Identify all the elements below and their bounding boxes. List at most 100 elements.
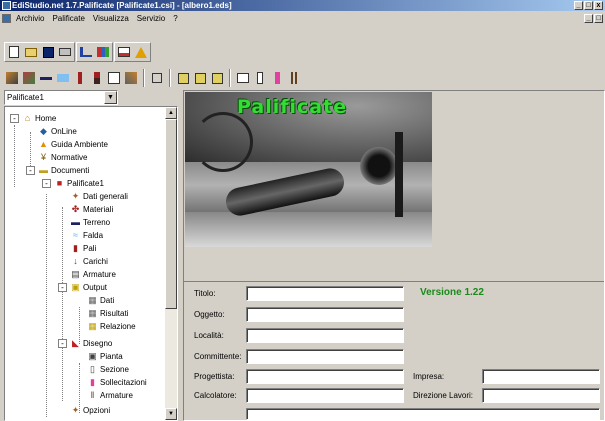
tree-item-output[interactable]: ▣ Output bbox=[70, 281, 107, 294]
tree-item-home[interactable]: ⌂ Home bbox=[22, 112, 57, 125]
grid-icon[interactable] bbox=[175, 70, 191, 86]
tree-item-normative[interactable]: ¥ Normative bbox=[38, 151, 87, 164]
localita-field[interactable] bbox=[246, 328, 404, 343]
tree-item-carichi[interactable]: ↓ Carichi bbox=[70, 255, 108, 268]
view-icon[interactable] bbox=[235, 70, 251, 86]
terrain-icon[interactable] bbox=[38, 70, 54, 86]
chevron-down-icon[interactable]: ▼ bbox=[104, 91, 117, 104]
committente-field[interactable] bbox=[246, 349, 404, 364]
section-icon[interactable] bbox=[252, 70, 268, 86]
document-icon[interactable] bbox=[2, 14, 11, 23]
stress-icon: ▮ bbox=[90, 377, 95, 387]
mdi-minimize-button[interactable]: _ bbox=[584, 14, 593, 23]
toolbar-separator bbox=[169, 69, 171, 87]
project-combo[interactable]: Palificate1 ▼ bbox=[4, 90, 118, 105]
tree-line bbox=[46, 194, 47, 417]
tree-item-armature-disegno[interactable]: ‖ Armature bbox=[87, 389, 133, 402]
tree-item-falda[interactable]: ≈ Falda bbox=[70, 229, 103, 242]
tools-icon[interactable] bbox=[123, 70, 139, 86]
menu-archivio[interactable]: Archivio bbox=[12, 12, 48, 25]
terrain-icon: ▬ bbox=[71, 217, 80, 227]
tree-item-relazione[interactable]: ▦ Relazione bbox=[87, 320, 135, 333]
main-toolbar bbox=[0, 40, 151, 64]
tree-item-documenti[interactable]: ▬ Documenti bbox=[38, 164, 89, 177]
scroll-up-icon[interactable]: ▲ bbox=[165, 107, 177, 119]
stop-icon[interactable] bbox=[149, 70, 165, 86]
grid-icon[interactable] bbox=[209, 70, 225, 86]
rebar-icon[interactable] bbox=[286, 70, 302, 86]
tree-icon[interactable] bbox=[78, 44, 94, 60]
menu-help[interactable]: ? bbox=[169, 12, 181, 25]
save-icon[interactable] bbox=[40, 44, 56, 60]
expand-toggle[interactable]: - bbox=[10, 114, 19, 123]
expand-toggle[interactable]: - bbox=[58, 283, 67, 292]
tree-label: Output bbox=[83, 283, 108, 292]
tree-scrollbar[interactable]: ▲ ▼ bbox=[165, 107, 177, 420]
chart-icon[interactable] bbox=[95, 44, 111, 60]
tree-item-dati-generali[interactable]: ✦ Dati generali bbox=[70, 190, 128, 203]
impresa-field[interactable] bbox=[482, 369, 600, 384]
close-button[interactable]: x bbox=[594, 1, 603, 10]
titolo-field[interactable] bbox=[246, 286, 404, 301]
tree-item-sollecitazioni[interactable]: ▮ Sollecitazioni bbox=[87, 376, 147, 389]
view-group bbox=[76, 42, 113, 62]
new-icon[interactable] bbox=[6, 44, 22, 60]
material-icon[interactable] bbox=[21, 70, 37, 86]
tree-item-dati[interactable]: ▦ Dati bbox=[87, 294, 114, 307]
menu-servizio[interactable]: Servizio bbox=[133, 12, 169, 25]
mdi-maximize-button[interactable]: □ bbox=[594, 14, 603, 23]
tree-item-opzioni[interactable]: ✦ Opzioni bbox=[70, 404, 110, 417]
tree-label: Dati generali bbox=[83, 192, 128, 201]
pile-settings-icon[interactable] bbox=[4, 70, 20, 86]
pile-icon[interactable] bbox=[72, 70, 88, 86]
tree-item-online[interactable]: ◆ OnLine bbox=[38, 125, 77, 138]
rebar-icon: ▤ bbox=[71, 269, 80, 279]
tree-item-sezione[interactable]: ▯ Sezione bbox=[87, 363, 129, 376]
rebar-icon: ‖ bbox=[90, 390, 95, 400]
title-bar: EdiStudio.net 1.7.Palificate [Palificate… bbox=[0, 0, 605, 11]
version-label: Versione 1.22 bbox=[420, 287, 484, 298]
extra-field[interactable] bbox=[246, 408, 600, 420]
grid-icon[interactable] bbox=[192, 70, 208, 86]
tree-item-risultati[interactable]: ▦ Risultati bbox=[87, 307, 128, 320]
chart-icon[interactable] bbox=[106, 70, 122, 86]
tree-label: Dati bbox=[100, 296, 115, 305]
preview-icon[interactable] bbox=[116, 44, 132, 60]
pile-icon: ▮ bbox=[73, 243, 78, 253]
scroll-down-icon[interactable]: ▼ bbox=[165, 408, 177, 420]
oggetto-field[interactable] bbox=[246, 307, 404, 322]
label-committente: Committente: bbox=[194, 352, 242, 361]
tree-label: Sezione bbox=[100, 365, 129, 374]
water-icon[interactable] bbox=[55, 70, 71, 86]
tree-item-pianta[interactable]: ▣ Pianta bbox=[87, 350, 122, 363]
maximize-button[interactable]: □ bbox=[584, 1, 593, 10]
expand-toggle[interactable]: - bbox=[26, 166, 35, 175]
tree-item-disegno[interactable]: ◣ Disegno bbox=[70, 337, 112, 350]
expand-toggle[interactable]: - bbox=[42, 179, 51, 188]
load-icon[interactable] bbox=[89, 70, 105, 86]
minimize-button[interactable]: _ bbox=[574, 1, 583, 10]
mdi-controls: _ □ bbox=[584, 13, 603, 23]
menu-palificate[interactable]: Palificate bbox=[48, 12, 88, 25]
open-icon[interactable] bbox=[23, 44, 39, 60]
alert-icon[interactable] bbox=[133, 44, 149, 60]
banner-title: Palificate bbox=[237, 96, 348, 118]
print-icon[interactable] bbox=[57, 44, 73, 60]
direzione-field[interactable] bbox=[482, 388, 600, 403]
main-content: Palificate Titolo: Versione 1.22 Oggetto… bbox=[183, 90, 605, 421]
drawing-icon: ◣ bbox=[72, 338, 79, 348]
expand-toggle[interactable]: - bbox=[58, 339, 67, 348]
stress-icon[interactable] bbox=[269, 70, 285, 86]
calcolatore-field[interactable] bbox=[246, 388, 404, 403]
tree-item-guida[interactable]: ▲ Guida Ambiente bbox=[38, 138, 108, 151]
banner-ground bbox=[185, 212, 432, 247]
tree-line bbox=[62, 207, 63, 401]
scroll-thumb[interactable] bbox=[165, 119, 177, 309]
progettista-field[interactable] bbox=[246, 369, 404, 384]
tree-item-terreno[interactable]: ▬ Terreno bbox=[70, 216, 110, 229]
menu-visualizza[interactable]: Visualizza bbox=[89, 12, 133, 25]
tree-item-pali[interactable]: ▮ Pali bbox=[70, 242, 96, 255]
tree-item-materiali[interactable]: ✤ Materiali bbox=[70, 203, 114, 216]
tree-item-armature[interactable]: ▤ Armature bbox=[70, 268, 116, 281]
tree-item-palificate1[interactable]: ■ Palificate1 bbox=[54, 177, 104, 190]
